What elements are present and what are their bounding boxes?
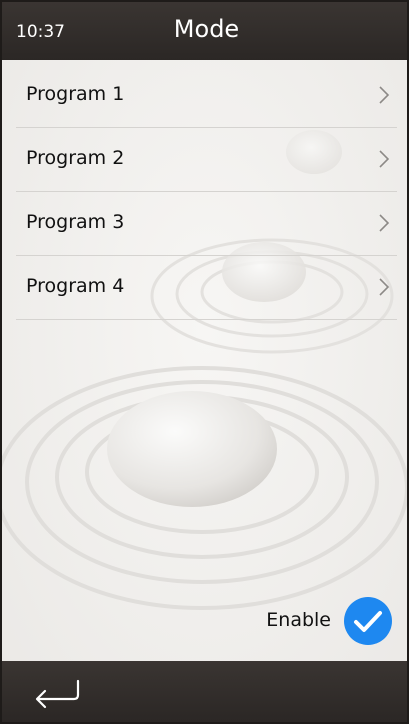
chevron-right-icon (379, 214, 390, 232)
program-item-4[interactable]: Program 4 (16, 256, 397, 320)
device-screen: 10:37 Mode Program 1 Program 2 Program 3… (0, 0, 409, 724)
page-title: Mode (173, 15, 240, 43)
program-label: Program 4 (26, 275, 125, 297)
program-item-1[interactable]: Program 1 (16, 64, 397, 128)
program-label: Program 3 (26, 211, 125, 233)
program-item-2[interactable]: Program 2 (16, 128, 397, 192)
program-item-3[interactable]: Program 3 (16, 192, 397, 256)
program-label: Program 1 (26, 83, 125, 105)
check-icon[interactable] (343, 596, 393, 646)
chevron-right-icon (379, 86, 390, 104)
chevron-right-icon (379, 278, 390, 296)
chevron-right-icon (379, 150, 390, 168)
enable-label: Enable (266, 609, 331, 631)
program-list: Program 1 Program 2 Program 3 Program 4 (16, 64, 397, 320)
enable-toggle: Enable (233, 596, 393, 646)
program-label: Program 2 (26, 147, 125, 169)
back-arrow-icon[interactable] (32, 677, 82, 711)
title-bar: 10:37 Mode (2, 2, 407, 60)
bottom-bar (2, 661, 407, 722)
